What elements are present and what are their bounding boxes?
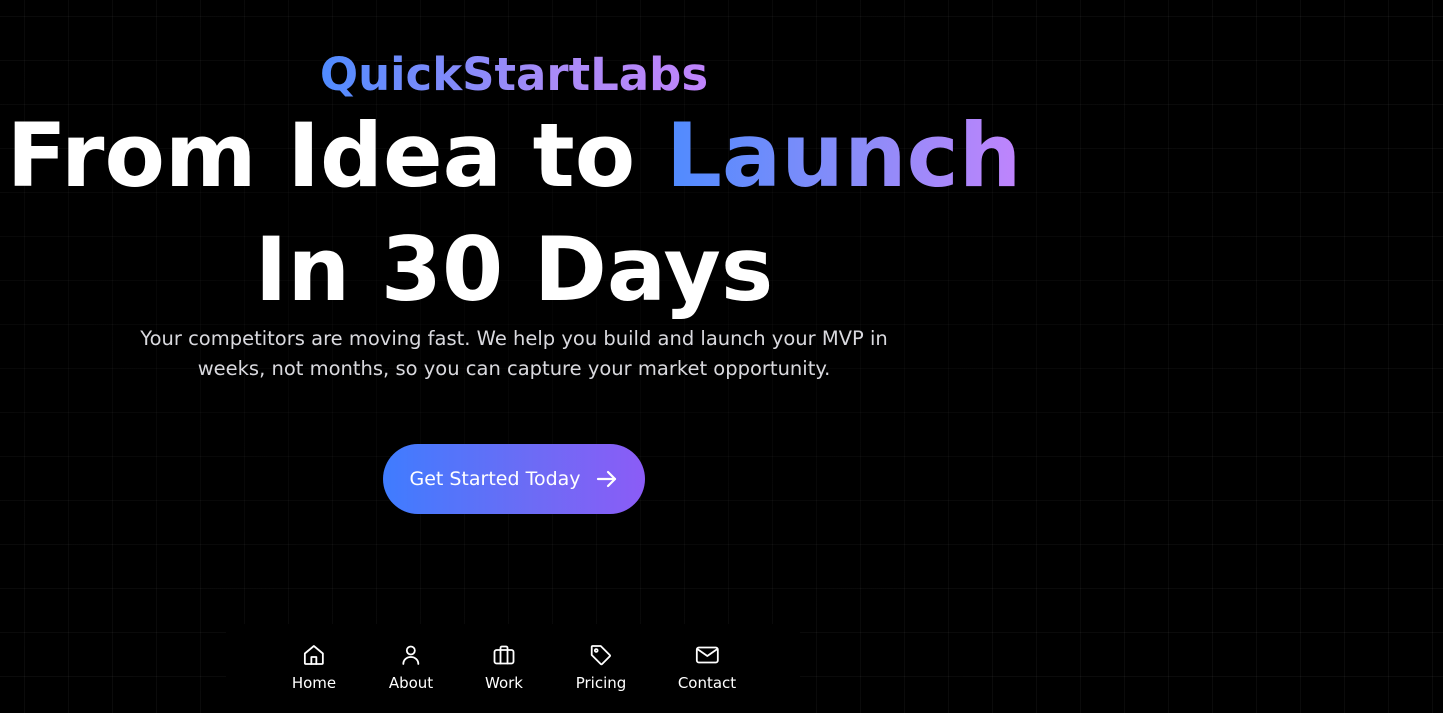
hero-subtitle: Your competitors are moving fast. We hel… <box>0 324 1028 384</box>
nav-label-contact: Contact <box>677 674 737 692</box>
tag-icon <box>589 642 613 668</box>
nav-label-home: Home <box>291 674 337 692</box>
headline-line-1: From Idea to Launch <box>0 106 1028 206</box>
headline-line-2: In 30 Days <box>254 218 774 321</box>
headline-accent: Launch <box>665 104 1022 207</box>
briefcase-icon <box>492 642 516 668</box>
nav-item-contact[interactable]: Contact <box>678 642 736 692</box>
brand-name: QuickStartLabs <box>319 48 709 101</box>
nav-item-home[interactable]: Home <box>292 642 336 692</box>
get-started-button[interactable]: Get Started Today <box>383 444 645 514</box>
home-icon <box>302 642 326 668</box>
arrow-right-icon <box>595 467 619 491</box>
nav-item-pricing[interactable]: Pricing <box>575 642 627 692</box>
get-started-label: Get Started Today <box>409 468 581 490</box>
nav-label-work: Work <box>485 674 523 692</box>
nav-item-about[interactable]: About <box>389 642 433 692</box>
nav-item-work[interactable]: Work <box>485 642 523 692</box>
nav-label-about: About <box>388 674 434 692</box>
nav-label-pricing: Pricing <box>575 674 627 692</box>
brand-logo: QuickStartLabs <box>0 48 1028 102</box>
mail-icon <box>694 642 719 668</box>
subtitle-line-2: weeks, not months, so you can capture yo… <box>197 357 831 380</box>
bottom-nav: Home About Work Pricing Contact <box>226 624 800 713</box>
headline-prefix: From Idea to <box>6 104 666 207</box>
subtitle-line-1: Your competitors are moving fast. We hel… <box>140 327 888 350</box>
user-icon <box>399 642 423 668</box>
